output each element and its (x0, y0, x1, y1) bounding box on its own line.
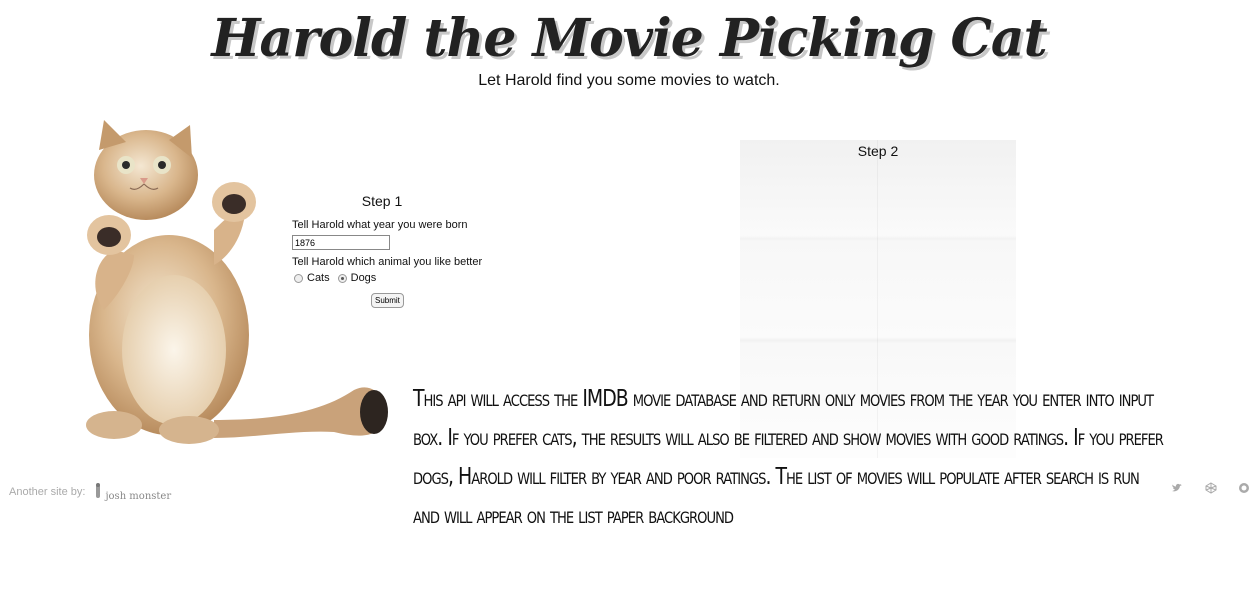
step2-heading: Step 2 (857, 143, 899, 159)
year-prompt: Tell Harold what year you were born (292, 219, 468, 231)
github-icon[interactable] (1238, 482, 1250, 494)
credit-label: Another site by: (9, 486, 86, 498)
footer-credit: Another site by: josh monster (9, 482, 171, 502)
submit-button[interactable]: Submit (371, 293, 404, 308)
page-title: Harold the Movie Picking Cat (211, 8, 1047, 69)
twitter-icon[interactable] (1171, 482, 1183, 494)
page-subtitle: Let Harold find you some movies to watch… (478, 72, 780, 89)
api-description: This api will access the IMDB movie data… (413, 386, 1164, 529)
cats-label: Cats (307, 272, 330, 284)
step1-form: Step 1 Tell Harold what year you were bo… (292, 193, 492, 308)
animal-prompt: Tell Harold which animal you like better (292, 256, 483, 268)
dogs-label: Dogs (350, 272, 377, 284)
codepen-icon[interactable] (1205, 482, 1217, 494)
animal-radio-group: Cats Dogs (294, 272, 492, 284)
step1-heading: Step 1 (361, 193, 403, 209)
harold-cat-image (86, 120, 388, 444)
josh-monster-logo[interactable]: josh monster (93, 482, 171, 502)
cats-radio[interactable] (294, 273, 303, 283)
dogs-radio[interactable] (337, 273, 347, 283)
monster-figure-icon (96, 483, 101, 498)
birth-year-input[interactable] (292, 235, 390, 250)
logo-text: josh monster (105, 491, 172, 502)
